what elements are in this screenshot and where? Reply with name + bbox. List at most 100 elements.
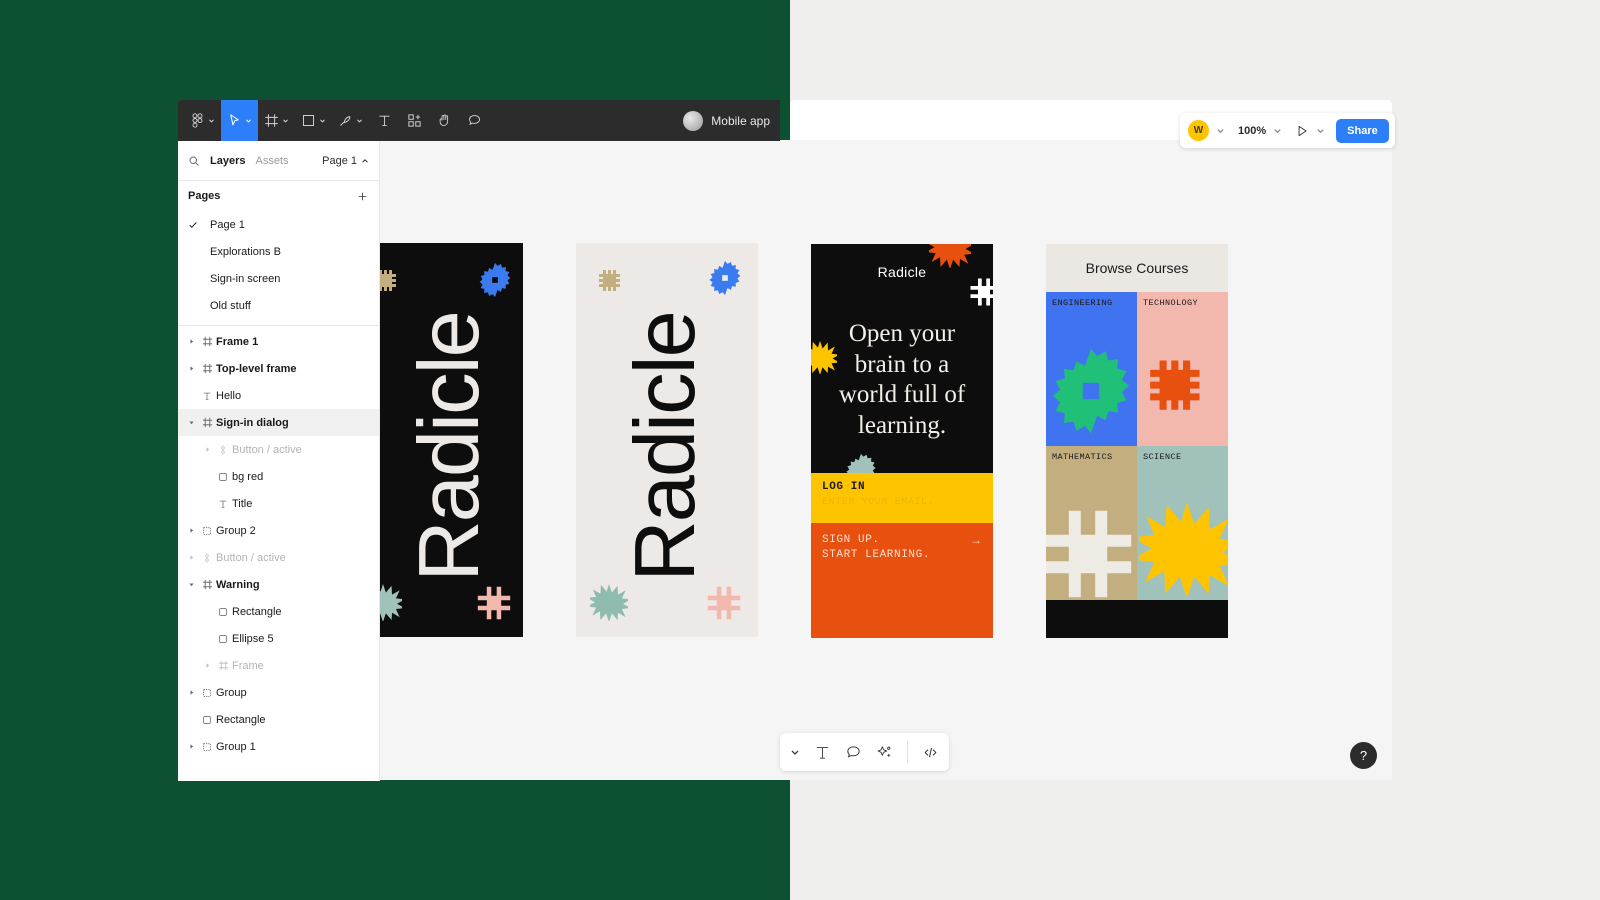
artboard-dark-poster[interactable]: Radicle — [380, 243, 523, 637]
comment-tool-icon[interactable] — [845, 744, 862, 761]
canvas-top-controls: W 100% Share — [1180, 113, 1395, 148]
layer-row-label: Group 2 — [216, 524, 256, 537]
login-label: LOG IN — [822, 481, 866, 493]
page-item-label: Sign-in screen — [210, 272, 281, 285]
chevron-right-icon[interactable] — [184, 554, 198, 561]
arrow-right-icon: → — [970, 533, 982, 547]
figma-logo-icon[interactable] — [184, 100, 221, 141]
chevron-right-icon[interactable] — [184, 743, 198, 750]
page-item[interactable]: Page 1 — [178, 211, 379, 238]
pen-tool-icon[interactable] — [332, 100, 369, 141]
frame-icon — [198, 417, 216, 428]
layer-row[interactable]: Button / active — [178, 436, 379, 463]
course-cell-mathematics[interactable]: MATHEMATICS — [1046, 446, 1137, 600]
hand-tool-icon[interactable] — [429, 100, 459, 141]
gear-shape — [1052, 348, 1130, 434]
page-item-label: Old stuff — [210, 299, 251, 312]
text-tool-icon[interactable] — [369, 100, 399, 141]
divider — [907, 741, 908, 763]
help-button[interactable]: ? — [1350, 742, 1377, 769]
sunburst-shape — [1139, 502, 1228, 596]
layer-row[interactable]: Button / active — [178, 544, 379, 571]
zoom-level[interactable]: 100% — [1232, 125, 1266, 137]
mockup-brand-name: Radicle — [877, 264, 927, 280]
layer-row[interactable]: Sign-in dialog — [178, 409, 379, 436]
toolbar-file-info: Mobile app — [683, 110, 780, 131]
layer-row[interactable]: Group 2 — [178, 517, 379, 544]
mockup-login-section[interactable]: LOG IN ENTER YOUR EMAIL. — [811, 473, 993, 523]
check-icon — [188, 220, 210, 230]
pages-title: Pages — [188, 190, 221, 202]
course-label: SCIENCE — [1143, 452, 1182, 462]
layer-row-label: Hello — [216, 389, 242, 402]
chevron-right-icon[interactable] — [200, 446, 214, 453]
chevron-right-icon[interactable] — [184, 527, 198, 534]
present-chevron-down-icon[interactable] — [1311, 126, 1330, 135]
chevron-right-icon[interactable] — [184, 338, 198, 345]
page-item[interactable]: Old stuff — [178, 292, 379, 319]
layer-row[interactable]: Frame 1 — [178, 328, 379, 355]
avatar-chevron-down-icon[interactable] — [1211, 126, 1230, 135]
zoom-chevron-down-icon[interactable] — [1268, 126, 1287, 135]
layer-row[interactable]: bg red — [178, 463, 379, 490]
artboard-light-poster[interactable]: Radicle — [576, 243, 758, 637]
dev-mode-icon[interactable] — [922, 744, 939, 761]
avatar[interactable]: W — [1188, 120, 1209, 141]
mockup-signup-section[interactable]: SIGN UP. START LEARNING. → — [811, 523, 993, 638]
layer-row-label: Sign-in dialog — [216, 416, 289, 429]
layer-row[interactable]: Hello — [178, 382, 379, 409]
chevron-down-icon[interactable] — [184, 419, 198, 426]
layer-row-label: Frame — [232, 659, 264, 672]
chevron-right-icon[interactable] — [200, 662, 214, 669]
canvas-bottom-toolbar — [780, 733, 949, 771]
text-tool-icon[interactable] — [814, 744, 831, 761]
layer-row[interactable]: Title — [178, 490, 379, 517]
chevron-right-icon[interactable] — [184, 689, 198, 696]
layer-row[interactable]: Warning — [178, 571, 379, 598]
pages-list: Page 1 Explorations B Sign-in screen Old st… — [178, 211, 379, 319]
comment-tool-icon[interactable] — [459, 100, 489, 141]
page-item-label: Explorations B — [210, 245, 281, 258]
layer-row[interactable]: Rectangle — [178, 598, 379, 625]
layer-row-label: bg red — [232, 470, 264, 483]
ai-sparkle-icon[interactable] — [876, 744, 893, 761]
page-item[interactable]: Sign-in screen — [178, 265, 379, 292]
layer-row[interactable]: Top-level frame — [178, 355, 379, 382]
chevron-down-icon — [357, 119, 362, 123]
layer-row[interactable]: Group — [178, 679, 379, 706]
add-page-button[interactable] — [356, 190, 369, 203]
frame-icon — [198, 363, 216, 374]
play-icon[interactable] — [1289, 124, 1309, 138]
shape-tool-icon[interactable] — [295, 100, 332, 141]
tab-assets[interactable]: Assets — [255, 155, 288, 167]
avatar — [683, 110, 704, 131]
chevron-down-icon — [283, 119, 288, 123]
course-cell-engineering[interactable]: ENGINEERING — [1046, 292, 1137, 446]
mockup-browse-screen[interactable]: Browse Courses ENGINEERING TECHNOLOGY MA… — [1046, 244, 1228, 638]
layer-row[interactable]: Rectangle — [178, 706, 379, 733]
page-selector[interactable]: Page 1 — [322, 155, 369, 167]
layer-row[interactable]: Group 1 — [178, 733, 379, 760]
artboard-light-word: Radicle — [618, 312, 713, 582]
resources-icon[interactable] — [399, 100, 429, 141]
chevron-down-icon[interactable] — [790, 747, 800, 757]
course-cell-technology[interactable]: TECHNOLOGY — [1137, 292, 1228, 446]
course-cell-science[interactable]: SCIENCE — [1137, 446, 1228, 600]
move-tool-icon[interactable] — [221, 100, 258, 141]
frame-tool-icon[interactable] — [258, 100, 295, 141]
chip-shape — [1150, 360, 1200, 410]
mockup-hero-screen[interactable]: Radicle Open your brain to a world full … — [811, 244, 993, 638]
panel-tabs: Layers Assets Page 1 — [178, 141, 379, 181]
rectangle-icon — [214, 472, 232, 482]
layer-row[interactable]: Ellipse 5 — [178, 625, 379, 652]
chevron-right-icon[interactable] — [184, 365, 198, 372]
search-icon[interactable] — [188, 155, 200, 167]
share-button[interactable]: Share — [1336, 118, 1389, 143]
rectangle-icon — [214, 607, 232, 617]
layer-row[interactable]: Frame — [178, 652, 379, 679]
login-email-input[interactable]: ENTER YOUR EMAIL. — [822, 497, 982, 508]
tab-layers[interactable]: Layers — [210, 155, 245, 167]
chevron-down-icon[interactable] — [184, 581, 198, 588]
divider — [178, 325, 379, 326]
page-item[interactable]: Explorations B — [178, 238, 379, 265]
